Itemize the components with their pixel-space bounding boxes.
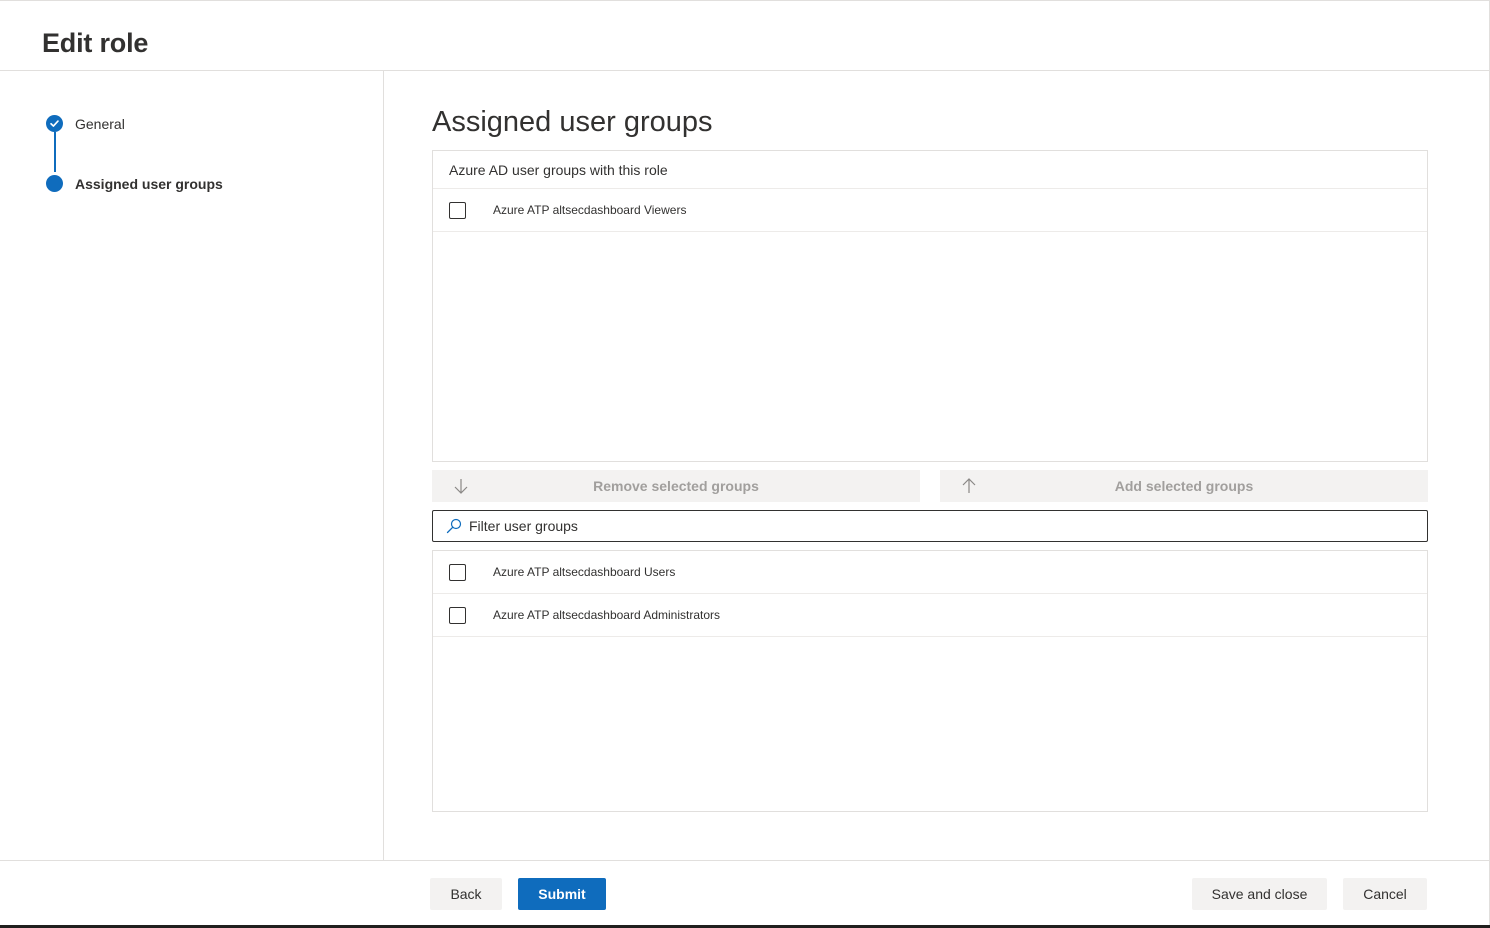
list-item[interactable]: Azure ATP altsecdashboard Viewers	[433, 189, 1427, 232]
search-icon	[446, 518, 462, 534]
back-button[interactable]: Back	[430, 878, 502, 910]
section-title: Assigned user groups	[432, 106, 713, 138]
assigned-groups-list: Azure AD user groups with this role Azur…	[432, 150, 1428, 462]
step-general[interactable]: General	[46, 115, 125, 132]
step-connector	[54, 132, 56, 172]
filter-user-groups-input[interactable]	[469, 518, 1369, 534]
submit-button[interactable]: Submit	[518, 878, 606, 910]
save-and-close-button[interactable]: Save and close	[1192, 878, 1327, 910]
cancel-button[interactable]: Cancel	[1343, 878, 1427, 910]
available-groups-list: Azure ATP altsecdashboard Users Azure AT…	[432, 550, 1428, 812]
footer-divider	[0, 860, 1490, 861]
step-label: General	[75, 115, 125, 132]
arrow-down-icon	[454, 479, 468, 494]
add-selected-groups-button[interactable]: Add selected groups	[940, 470, 1428, 502]
page-title: Edit role	[42, 28, 149, 58]
row-checkbox[interactable]	[449, 201, 466, 219]
list-item[interactable]: Azure ATP altsecdashboard Administrators	[433, 594, 1427, 637]
top-border	[0, 0, 1490, 1]
row-checkbox[interactable]	[449, 606, 466, 624]
header-divider	[0, 70, 1490, 71]
step-label: Assigned user groups	[75, 175, 223, 192]
arrow-up-icon	[962, 478, 976, 493]
list-header: Azure AD user groups with this role	[433, 151, 1427, 189]
filter-user-groups-box[interactable]	[432, 510, 1428, 542]
nav-divider	[383, 71, 384, 860]
group-name: Azure ATP altsecdashboard Administrators	[493, 608, 721, 622]
row-checkbox[interactable]	[449, 563, 466, 581]
button-label: Remove selected groups	[593, 478, 759, 494]
group-name: Azure ATP altsecdashboard Users	[493, 565, 676, 579]
button-label: Add selected groups	[1114, 478, 1254, 494]
current-step-dot-icon	[46, 175, 63, 192]
list-item[interactable]: Azure ATP altsecdashboard Users	[433, 551, 1427, 594]
remove-selected-groups-button[interactable]: Remove selected groups	[432, 470, 920, 502]
step-assigned-user-groups[interactable]: Assigned user groups	[46, 175, 223, 192]
checkmark-icon	[46, 115, 63, 132]
group-name: Azure ATP altsecdashboard Viewers	[493, 203, 687, 217]
